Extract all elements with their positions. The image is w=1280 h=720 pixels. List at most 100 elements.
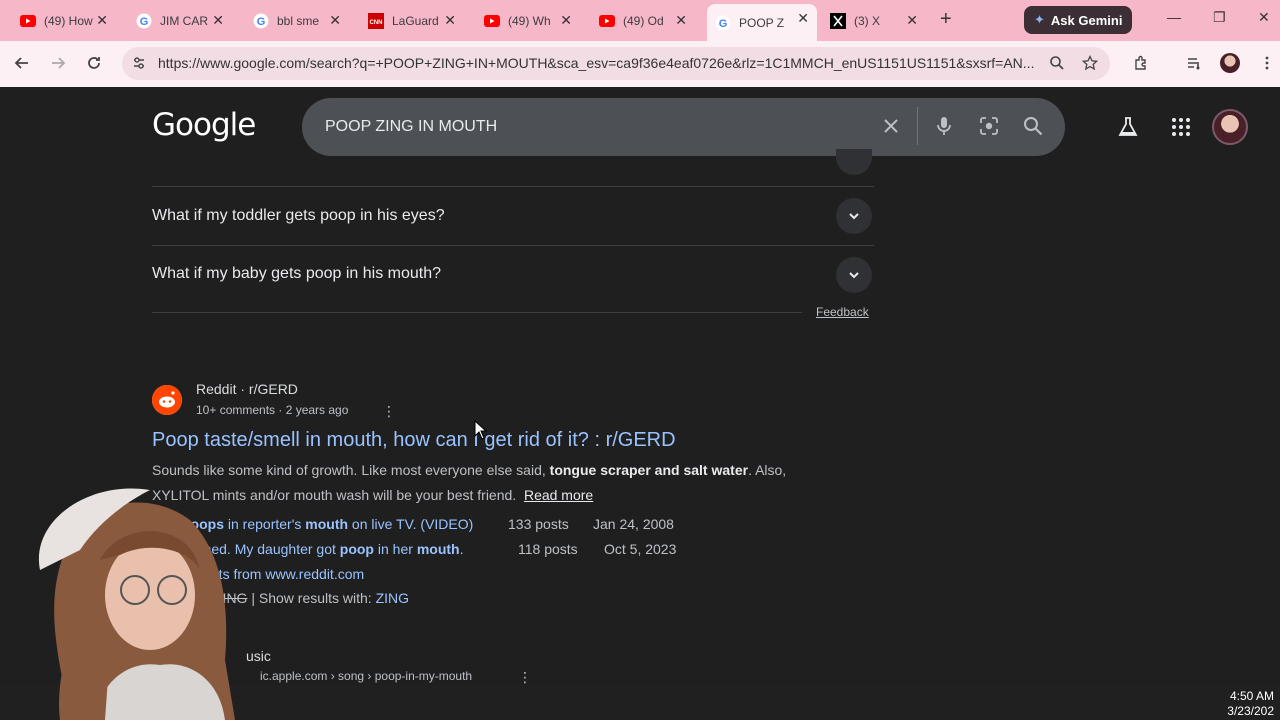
media-control-icon[interactable] [1183,52,1205,74]
sublink-text: . [459,541,464,557]
browser-tab[interactable]: G POOP Z ✕ [707,4,817,41]
tab-label: (49) Od [623,13,664,28]
close-tab-icon[interactable]: ✕ [329,13,341,27]
svg-text:G: G [257,16,266,28]
site-info-icon[interactable] [128,52,150,74]
browser-tab[interactable]: (49) How ✕ [12,6,116,35]
sublink-bold: mouth [305,516,349,532]
browser-tab[interactable]: Gbbl sme ✕ [245,6,349,35]
google-account-avatar[interactable] [1212,109,1248,145]
voice-search-icon[interactable] [931,113,957,139]
sublink-date: Oct 5, 2023 [604,541,677,557]
browser-tab[interactable]: (49) Od ✕ [591,6,695,35]
next-result-url[interactable]: ic.apple.com › song › poop-in-my-mouth [260,669,472,683]
more-options-icon[interactable]: ⋮ [518,670,532,684]
close-tab-icon[interactable]: ✕ [212,13,224,27]
forward-button[interactable] [47,52,69,74]
reload-button[interactable] [83,52,105,74]
chevron-down-icon[interactable] [836,198,872,234]
close-tab-icon[interactable]: ✕ [444,13,456,27]
tab-label: LaGuard [392,13,439,28]
system-clock[interactable]: 4:50 AM 3/23/202 [1227,689,1274,719]
forward-arrow-icon [52,57,66,69]
apps-grid-icon[interactable] [1168,114,1194,140]
x-icon [830,12,846,29]
ask-gemini-label: Ask Gemini [1050,12,1123,28]
sublink-posts: 133 posts [508,516,569,532]
youtube-icon [599,13,615,29]
gemini-sparkle-icon: ✦ [1034,12,1045,27]
clock-date: 3/23/202 [1227,704,1274,718]
close-tab-icon[interactable]: ✕ [797,11,809,25]
youtube-icon [484,13,500,29]
google-logo[interactable]: Google [152,107,256,143]
faq-question-2[interactable]: What if my baby gets poop in his mouth? [152,265,441,283]
google-icon: G [715,15,731,31]
result-title-link[interactable]: Poop taste/smell in mouth, how can I get… [152,429,676,452]
sublink-bold: poop [339,541,374,557]
feedback-link[interactable]: Feedback [816,305,869,319]
youtube-icon [20,13,36,29]
chrome-menu-icon[interactable] [1256,52,1278,74]
sublink-text: in her [374,541,417,557]
ask-gemini-button[interactable]: ✦ Ask Gemini [1024,6,1132,34]
svg-text:G: G [719,18,728,30]
faq-divider [152,245,874,246]
snippet-text: . Also, [748,462,787,478]
tab-label: (49) Wh [508,13,551,28]
browser-tab[interactable]: (3) X ✕ [822,6,926,35]
search-submit-icon[interactable] [1020,113,1046,139]
faq-divider [152,186,874,187]
chevron-down-icon[interactable] [836,257,872,293]
tab-label: bbl sme [277,13,320,28]
browser-tab[interactable]: CNN LaGuard ✕ [360,6,464,35]
close-tab-icon[interactable]: ✕ [675,13,687,27]
close-tab-icon[interactable]: ✕ [560,13,572,27]
webcam-overlay [38,488,235,720]
search-divider [917,107,918,145]
labs-flask-icon[interactable] [1115,114,1141,140]
browser-tab[interactable]: (49) Wh ✕ [476,6,580,35]
profile-avatar-small[interactable] [1219,52,1241,74]
url-text[interactable]: https://www.google.com/search?q=+POOP+ZI… [158,55,1038,71]
tab-label: (49) How [44,13,93,28]
close-tab-icon[interactable]: ✕ [96,13,108,27]
google-icon: G [253,13,269,29]
mouse-cursor-icon [474,420,488,440]
tab-label: POOP Z [739,15,785,30]
sublink-date: Jan 24, 2008 [593,516,674,532]
minimize-icon[interactable]: — [1167,9,1181,25]
clear-search-icon[interactable] [878,113,904,139]
bookmark-star-icon[interactable] [1079,52,1101,74]
new-tab-button[interactable]: + [940,9,952,29]
snippet-text: Sounds like some kind of growth. Like mo… [152,462,550,478]
more-options-icon[interactable]: ⋮ [382,404,396,418]
close-tab-icon[interactable]: ✕ [906,13,918,27]
restore-icon[interactable]: ❐ [1213,9,1226,26]
search-input[interactable]: POOP ZING IN MOUTH [325,118,497,136]
back-button[interactable] [11,52,33,74]
google-icon: G [136,13,152,29]
svg-text:CNN: CNN [370,20,383,26]
clock-time: 4:50 AM [1229,689,1274,703]
tab-label: (3) X [854,13,881,28]
lens-search-icon[interactable] [976,113,1002,139]
browser-tab[interactable]: G JIM CAR ✕ [128,6,232,35]
back-arrow-icon [14,57,28,69]
result-snippet: Sounds like some kind of growth. Like mo… [152,462,786,478]
extensions-icon[interactable] [1130,52,1152,74]
faq-question-1[interactable]: What if my toddler gets poop in his eyes… [152,207,445,225]
sublink-text: on live TV. (VIDEO) [348,516,474,532]
zoom-icon[interactable] [1046,52,1068,74]
snippet-bold: tongue scraper and salt water [549,462,749,478]
tab-label: JIM CAR [160,13,208,28]
sublink-posts: 118 posts [518,541,578,557]
show-with-link[interactable]: ZING [376,590,409,606]
reddit-icon[interactable] [152,385,182,415]
close-window-icon[interactable]: ✕ [1258,9,1270,26]
sublink-bold: mouth [416,541,460,557]
result-meta: 10+ comments · 2 years ago [196,403,349,417]
result-site-name[interactable]: Reddit · r/GERD [196,381,298,397]
read-more-link[interactable]: Read more [524,487,593,503]
cnn-icon: CNN [368,12,384,29]
